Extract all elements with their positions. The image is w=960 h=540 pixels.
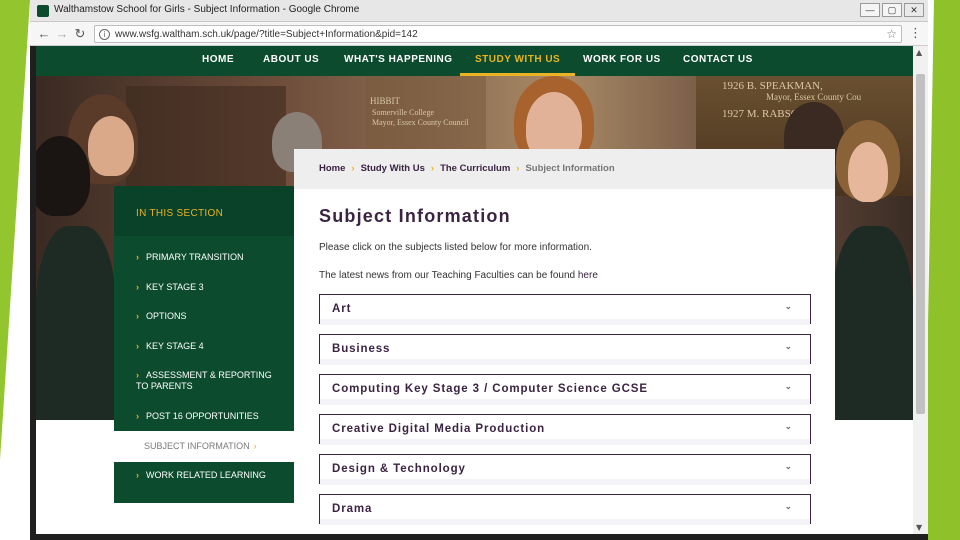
blazer [36,226,116,420]
main-content: Home › Study With Us › The Curriculum › Subjec… [294,149,835,534]
url-text: www.wsfg.waltham.sch.uk/page/?title=Subj… [115,29,418,40]
breadcrumb-curriculum[interactable]: The Curriculum [440,163,510,174]
chevron-down-icon: ⌄ [784,462,792,472]
section-item-options[interactable]: › OPTIONS [114,311,294,322]
address-bar: ← → ↻ i www.wsfg.waltham.sch.uk/page/?ti… [30,22,928,46]
board-line: Mayor, Essex County Cou [766,92,862,102]
subject-accordion-drama[interactable]: Drama ⌄ [319,494,811,525]
slide-right-accent [924,0,960,540]
bookmark-star-icon[interactable]: ☆ [886,27,897,41]
blazer [832,226,913,420]
browser-window: Walthamstow School for Girls - Subject I… [30,0,928,540]
subject-label: Drama [332,503,373,515]
chevron-right-icon: › [136,411,139,421]
nav-whats-happening[interactable]: WHAT'S HAPPENING [344,46,453,76]
subject-label: Business [332,343,391,355]
chevron-right-icon: › [136,341,139,351]
section-item-label: KEY STAGE 4 [146,341,204,351]
forward-button[interactable]: → [54,26,70,42]
breadcrumb-separator: › [430,163,435,174]
breadcrumb: Home › Study With Us › The Curriculum › Subjec… [294,149,835,189]
section-item-label: PRIMARY TRANSITION [146,252,244,262]
chevron-down-icon: ⌄ [784,302,792,312]
section-item-label: WORK RELATED LEARNING [146,470,266,480]
minimize-button[interactable]: — [860,3,880,17]
news-text: The latest news from our Teaching Facult… [319,270,598,281]
chevron-right-icon: › [253,441,257,451]
favicon-icon [37,5,49,17]
vertical-scrollbar[interactable]: ▲ ▼ [913,46,928,534]
breadcrumb-separator: › [516,163,520,174]
section-item-label: POST 16 OPPORTUNITIES [146,411,259,421]
nav-about-us[interactable]: ABOUT US [263,46,319,76]
section-item-assessment-reporting[interactable]: › ASSESSMENT & REPORTING TO PARENTS [114,370,294,392]
breadcrumb-separator: › [351,163,355,174]
section-item-key-stage-4[interactable]: › KEY STAGE 4 [114,341,294,352]
close-button[interactable]: ✕ [904,3,924,17]
chevron-down-icon: ⌄ [784,502,792,512]
page-viewport: HOME ABOUT US WHAT'S HAPPENING STUDY WIT… [36,46,913,534]
subject-accordion-art[interactable]: Art ⌄ [319,294,811,325]
maximize-button[interactable]: ▢ [882,3,902,17]
back-button[interactable]: ← [36,26,52,42]
chevron-right-icon: › [136,470,139,480]
nav-home[interactable]: HOME [202,46,234,76]
window-title: Walthamstow School for Girls - Subject I… [54,4,360,15]
board-line: HIBBIT [370,96,400,106]
chevron-right-icon: › [136,282,139,292]
subject-accordion-computing[interactable]: Computing Key Stage 3 / Computer Science… [319,374,811,405]
subject-label: Creative Digital Media Production [332,423,546,435]
page-title: Subject Information [319,206,511,226]
chevron-down-icon: ⌄ [784,382,792,392]
student-figure [36,136,90,216]
intro-text: Please click on the subjects listed belo… [319,242,592,253]
url-field[interactable]: i www.wsfg.waltham.sch.uk/page/?title=Su… [94,25,902,43]
subject-label: Computing Key Stage 3 / Computer Science… [332,383,648,395]
breadcrumb-current: Subject Information [525,163,615,174]
subject-accordion-digital-media[interactable]: Creative Digital Media Production ⌄ [319,414,811,445]
board-line: 1926 B. SPEAKMAN, [722,80,823,92]
breadcrumb-home[interactable]: Home [319,163,345,174]
nav-study-with-us[interactable]: STUDY WITH US [460,46,576,76]
student-face [848,142,888,202]
scroll-up-icon[interactable]: ▲ [916,48,922,57]
section-item-primary-transition[interactable]: › PRIMARY TRANSITION [114,252,294,263]
news-link[interactable]: here [578,270,598,281]
section-item-label: SUBJECT INFORMATION [144,441,250,451]
scrollbar-thumb[interactable] [916,74,925,414]
section-menu: IN THIS SECTION › PRIMARY TRANSITION › KEY… [114,186,294,503]
subject-accordion-business[interactable]: Business ⌄ [319,334,811,365]
subject-label: Art [332,303,352,315]
student-face [88,116,134,176]
section-item-work-related-learning[interactable]: › WORK RELATED LEARNING [114,470,294,481]
news-prefix: The latest news from our Teaching Facult… [319,270,578,281]
section-heading: IN THIS SECTION [114,186,294,236]
main-navigation: HOME ABOUT US WHAT'S HAPPENING STUDY WIT… [36,46,913,76]
board-line: Somerville College [372,108,434,117]
chevron-right-icon: › [136,311,139,321]
chevron-down-icon: ⌄ [784,342,792,352]
reload-button[interactable]: ↻ [72,26,88,42]
section-item-label: ASSESSMENT & REPORTING TO PARENTS [136,370,272,391]
chevron-right-icon: › [136,370,139,380]
info-icon[interactable]: i [99,29,110,40]
section-item-post-16[interactable]: › POST 16 OPPORTUNITIES [114,411,294,422]
board-line: Mayor, Essex County Council [372,118,469,127]
subject-label: Design & Technology [332,463,466,475]
nav-contact-us[interactable]: CONTACT US [683,46,753,76]
section-item-label: OPTIONS [146,311,187,321]
section-item-subject-information[interactable]: SUBJECT INFORMATION › [114,431,294,462]
title-bar: Walthamstow School for Girls - Subject I… [30,0,928,22]
subject-accordion-design-technology[interactable]: Design & Technology ⌄ [319,454,811,485]
browser-menu-icon[interactable]: ⋮ [909,26,922,41]
section-item-key-stage-3[interactable]: › KEY STAGE 3 [114,282,294,293]
slide-left-accent [0,0,30,540]
scroll-down-icon[interactable]: ▼ [916,523,922,532]
breadcrumb-study-with-us[interactable]: Study With Us [361,163,425,174]
chevron-down-icon: ⌄ [784,422,792,432]
section-item-label: KEY STAGE 3 [146,282,204,292]
chevron-right-icon: › [136,252,139,262]
nav-work-for-us[interactable]: WORK FOR US [583,46,661,76]
